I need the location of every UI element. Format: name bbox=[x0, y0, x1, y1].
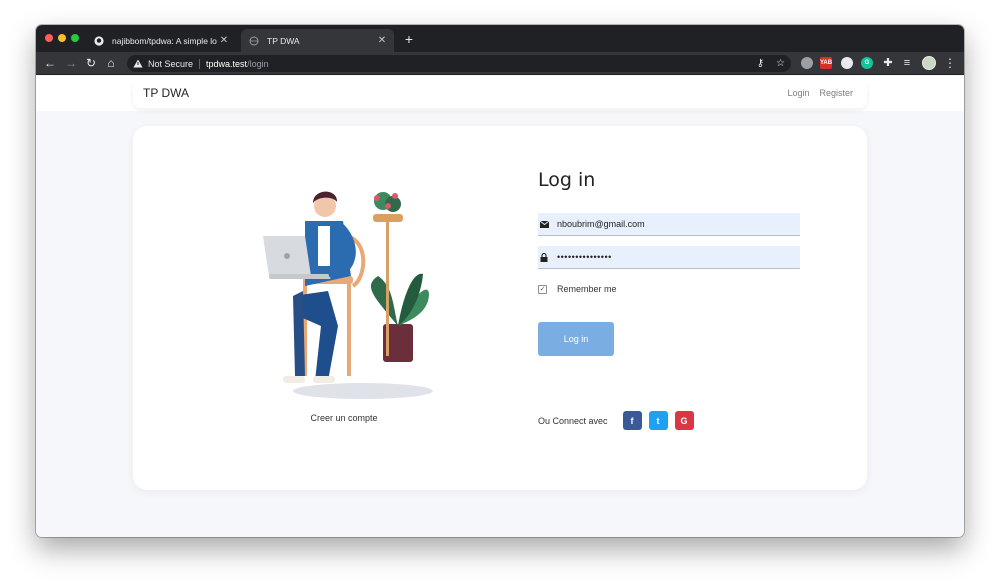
security-label: Not Secure bbox=[148, 58, 194, 69]
browser-window: najibbom/tpdwa: A simple login ✕ TP DWA … bbox=[36, 25, 964, 537]
forward-icon[interactable]: → bbox=[64, 56, 78, 70]
extension-icon[interactable] bbox=[801, 57, 813, 69]
address-bar[interactable]: Not Secure tpdwa.test /login ⚷ ☆ bbox=[127, 55, 791, 72]
login-link[interactable]: Login bbox=[787, 88, 809, 98]
puzzle-icon[interactable]: ✚ bbox=[881, 56, 895, 70]
register-link[interactable]: Register bbox=[819, 88, 853, 98]
minimize-window-button[interactable] bbox=[58, 34, 66, 42]
facebook-icon[interactable]: f bbox=[622, 411, 642, 430]
lock-icon bbox=[539, 252, 549, 262]
illustration bbox=[263, 191, 433, 399]
tab-close-button[interactable]: ✕ bbox=[375, 35, 389, 46]
social-label: Ou Connect avec bbox=[538, 415, 608, 426]
star-icon[interactable]: ☆ bbox=[776, 58, 785, 69]
remember-me[interactable]: ✓ Remember me bbox=[538, 284, 617, 294]
login-button[interactable]: Log in bbox=[538, 322, 614, 356]
password-input[interactable]: ••••••••••••••• bbox=[557, 252, 612, 262]
navbar: TP DWA Login Register bbox=[133, 78, 867, 108]
back-icon[interactable]: ← bbox=[43, 56, 57, 70]
email-input[interactable] bbox=[557, 219, 787, 229]
nav-links: Login Register bbox=[787, 88, 853, 98]
tab-github[interactable]: najibbom/tpdwa: A simple login ✕ bbox=[86, 29, 236, 52]
tab-close-button[interactable]: ✕ bbox=[217, 35, 231, 46]
github-icon bbox=[94, 35, 104, 46]
globe-icon bbox=[249, 36, 259, 46]
extension-icon[interactable] bbox=[841, 57, 853, 69]
warning-icon bbox=[133, 59, 143, 69]
email-field[interactable] bbox=[538, 213, 800, 236]
new-tab-button[interactable]: + bbox=[402, 31, 416, 47]
zoom-window-button[interactable] bbox=[71, 34, 79, 42]
close-window-button[interactable] bbox=[45, 34, 53, 42]
remember-checkbox[interactable]: ✓ bbox=[538, 284, 547, 294]
extension-icon[interactable]: YAB bbox=[820, 57, 832, 69]
top-bar: TP DWA Login Register bbox=[36, 76, 964, 111]
home-icon[interactable]: ⌂ bbox=[104, 56, 118, 70]
google-icon[interactable]: G bbox=[674, 411, 694, 430]
url-path: /login bbox=[247, 58, 269, 69]
password-field[interactable]: ••••••••••••••• bbox=[538, 246, 800, 269]
login-card: Creer un compte Log in ••••••••••••••• ✓… bbox=[133, 126, 867, 490]
remember-label: Remember me bbox=[557, 284, 617, 294]
divider bbox=[199, 58, 201, 69]
reload-icon[interactable]: ↻ bbox=[84, 56, 98, 70]
browser-toolbar: ← → ↻ ⌂ Not Secure tpdwa.test /login ⚷ ☆… bbox=[36, 52, 964, 75]
tab-strip: najibbom/tpdwa: A simple login ✕ TP DWA … bbox=[36, 25, 964, 52]
url-host: tpdwa.test bbox=[206, 58, 248, 69]
envelope-icon bbox=[539, 219, 549, 229]
grammarly-icon[interactable]: G bbox=[861, 57, 873, 69]
avatar[interactable] bbox=[922, 56, 936, 70]
menu-icon[interactable]: ⋮ bbox=[943, 56, 957, 70]
social-login: Ou Connect avec f t G bbox=[538, 411, 694, 430]
tab-title: najibbom/tpdwa: A simple login bbox=[112, 35, 217, 46]
key-icon[interactable]: ⚷ bbox=[757, 58, 764, 69]
brand-link[interactable]: TP DWA bbox=[143, 86, 189, 100]
form-title: Log in bbox=[538, 169, 596, 191]
create-account-link[interactable]: Creer un compte bbox=[133, 413, 555, 423]
page-content: TP DWA Login Register Creer un compte Lo… bbox=[36, 76, 964, 537]
tab-tpdwa[interactable]: TP DWA ✕ bbox=[241, 29, 394, 52]
twitter-icon[interactable]: t bbox=[648, 411, 668, 430]
tab-title: TP DWA bbox=[267, 35, 300, 46]
reading-list-icon[interactable]: ≡ bbox=[900, 56, 914, 70]
